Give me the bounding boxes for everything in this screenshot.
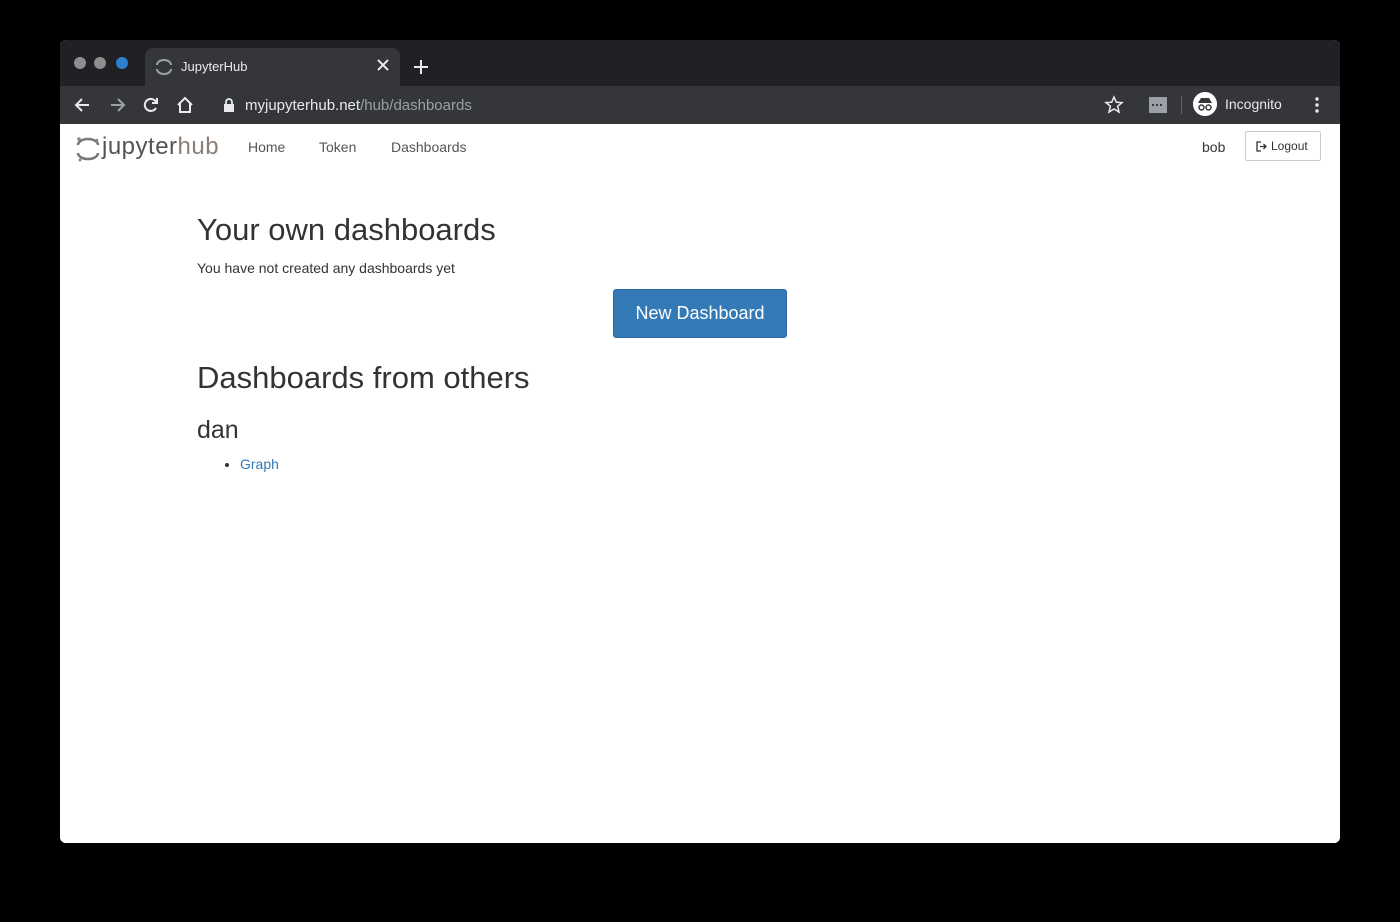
browser-toolbar: myjupyterhub.net/hub/dashboards Incognit…	[60, 86, 1340, 124]
tab-title: JupyterHub	[181, 59, 248, 74]
other-user-heading: dan	[197, 416, 239, 444]
extension-icon[interactable]	[1148, 95, 1168, 115]
browser-window: JupyterHub myjupyterhub.net/hub/dashboar…	[60, 40, 1340, 843]
nav-dashboards-link[interactable]: Dashboards	[391, 139, 467, 155]
address-bar[interactable]: myjupyterhub.net/hub/dashboards	[215, 90, 1115, 120]
menu-icon[interactable]	[1307, 95, 1327, 115]
close-icon[interactable]	[373, 55, 393, 75]
jupyter-logo-icon	[76, 137, 100, 162]
url-text: myjupyterhub.net/hub/dashboards	[245, 97, 472, 114]
list-item: Graph	[240, 456, 279, 472]
logo-wordmark: jupyterhub	[102, 133, 220, 160]
logout-button[interactable]: Logout	[1245, 131, 1321, 161]
back-icon[interactable]	[73, 95, 93, 115]
browser-tab[interactable]: JupyterHub	[145, 48, 400, 86]
others-dashboards-heading: Dashboards from others	[197, 360, 530, 395]
home-icon[interactable]	[175, 95, 195, 115]
reload-icon[interactable]	[141, 95, 161, 115]
page-body: jupyterhub Home Token Dashboards bob Log…	[60, 124, 1340, 843]
nav-home-link[interactable]: Home	[248, 139, 285, 155]
jupyter-favicon-icon	[156, 59, 172, 75]
navbar: jupyterhub Home Token Dashboards bob Log…	[60, 124, 1340, 170]
sign-out-icon	[1256, 141, 1267, 152]
jupyterhub-logo[interactable]: jupyterhub	[76, 132, 236, 162]
dashboard-list: Graph	[197, 456, 279, 472]
window-zoom-dot[interactable]	[116, 57, 128, 69]
own-dashboards-heading: Your own dashboards	[197, 212, 496, 247]
logout-label: Logout	[1271, 139, 1308, 153]
nav-token-link[interactable]: Token	[319, 139, 356, 155]
dashboard-link-graph[interactable]: Graph	[240, 456, 279, 472]
plus-icon[interactable]	[410, 56, 432, 78]
window-close-dot[interactable]	[74, 57, 86, 69]
forward-icon[interactable]	[107, 95, 127, 115]
lock-icon	[224, 98, 234, 112]
new-dashboard-button[interactable]: New Dashboard	[613, 289, 787, 338]
star-icon[interactable]	[1104, 95, 1124, 115]
empty-dashboards-message: You have not created any dashboards yet	[197, 260, 455, 276]
incognito-icon[interactable]	[1193, 92, 1217, 116]
window-minimize-dot[interactable]	[94, 57, 106, 69]
tab-strip: JupyterHub	[60, 40, 1340, 86]
toolbar-divider	[1181, 96, 1182, 114]
profile-label[interactable]: Incognito	[1225, 96, 1282, 112]
current-user: bob	[1202, 139, 1226, 155]
